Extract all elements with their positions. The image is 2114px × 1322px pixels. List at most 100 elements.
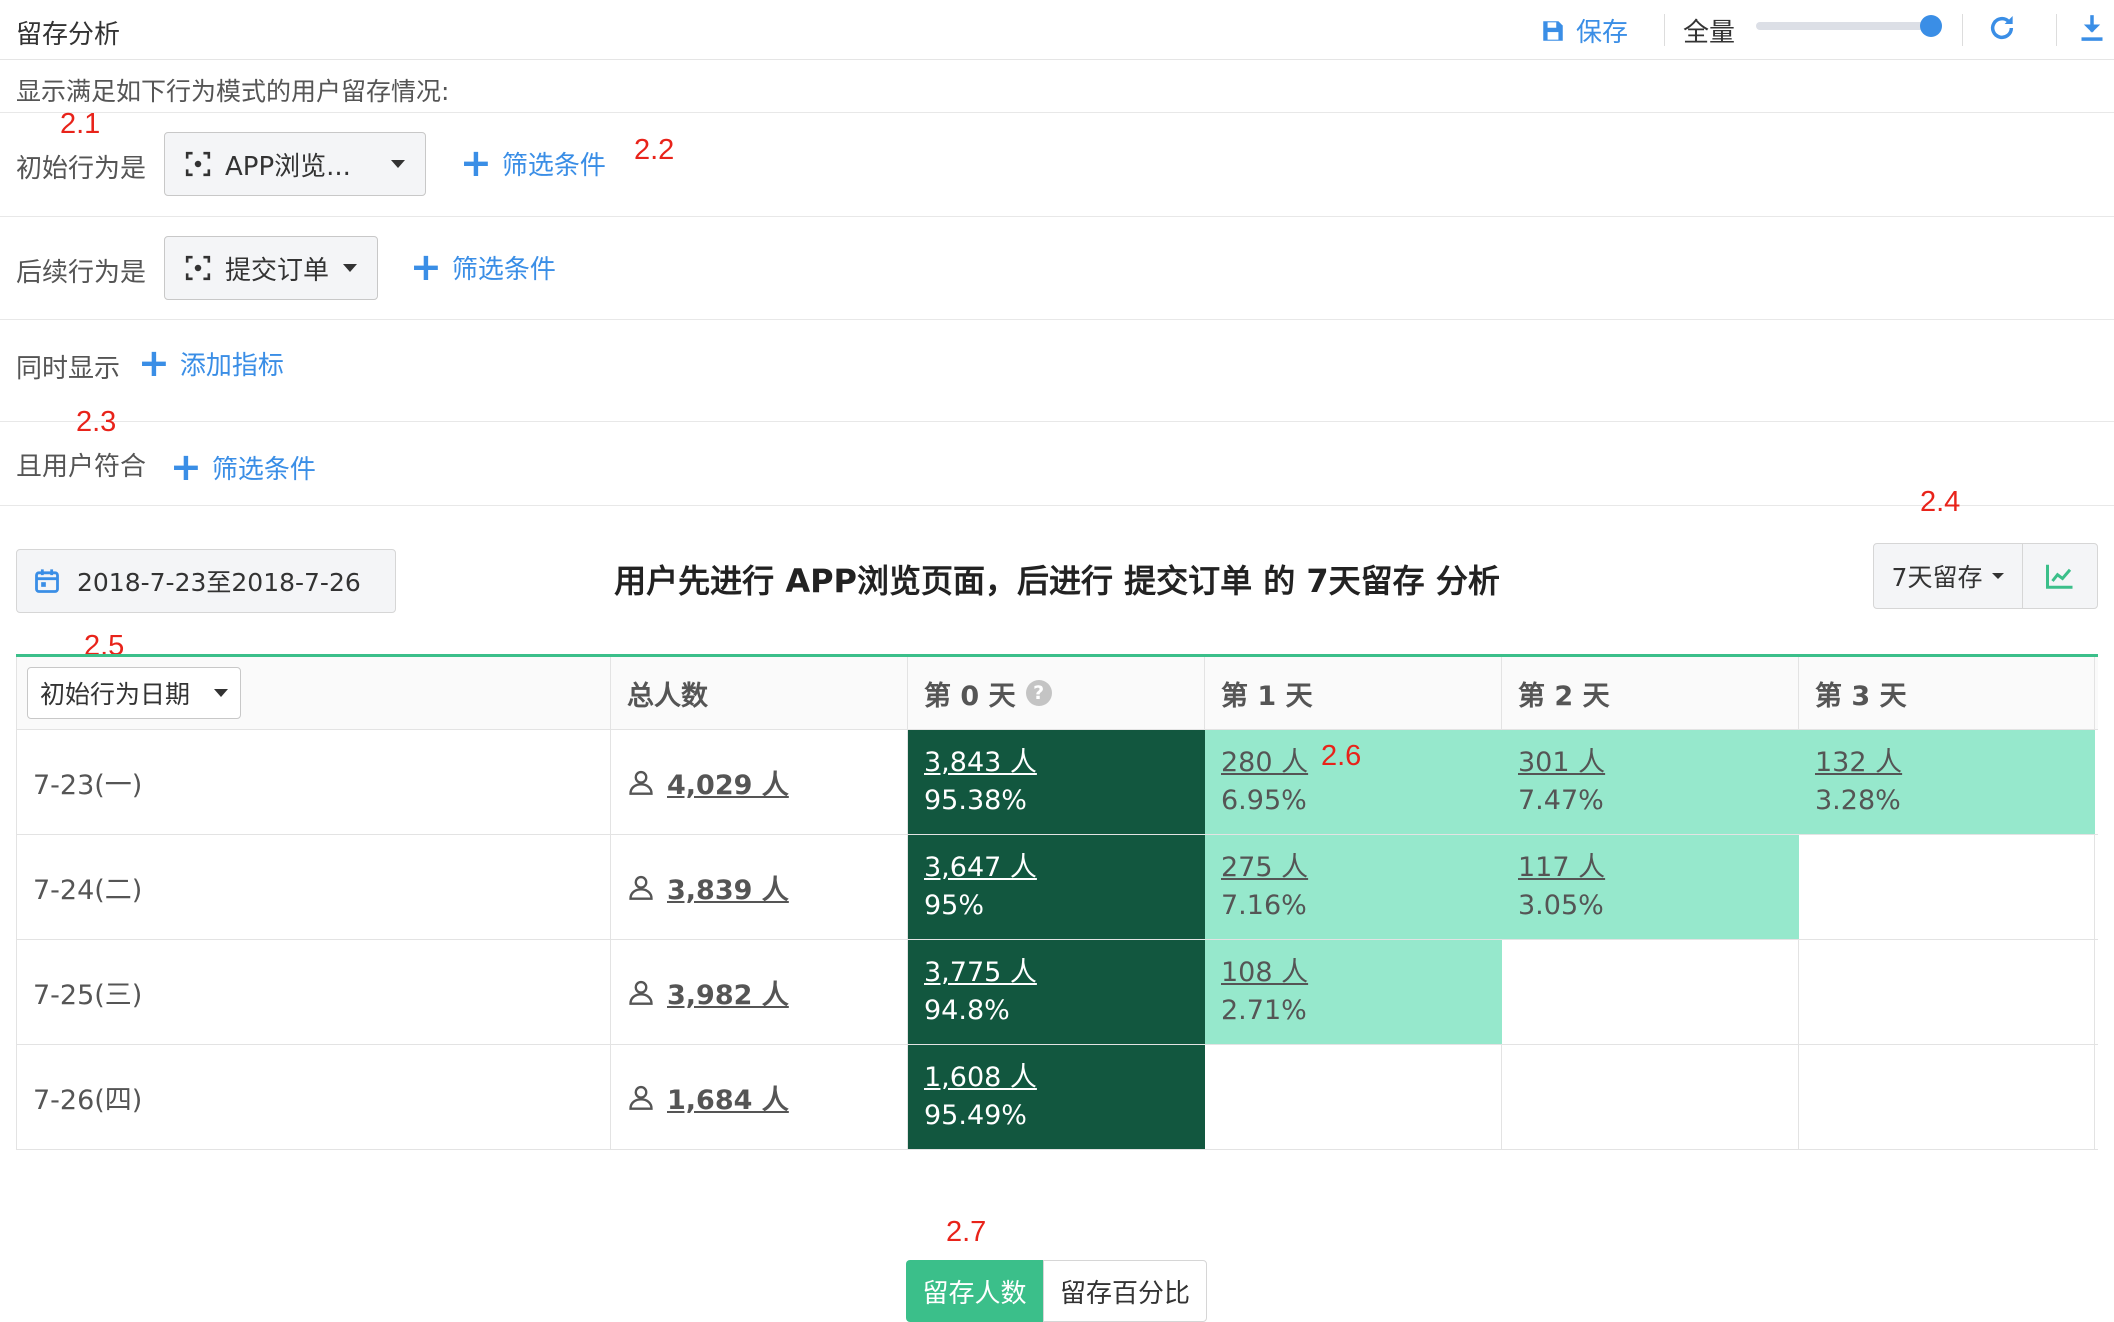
chevron-down-icon — [343, 264, 357, 272]
user-icon — [629, 875, 653, 900]
annotation-2-2: 2.2 — [634, 134, 675, 166]
line-chart-icon — [2046, 564, 2073, 589]
retention-cell: 117 人 3.05% — [1502, 835, 1799, 939]
divider — [0, 421, 2114, 422]
divider — [0, 112, 2114, 113]
add-metric-label: 添加指标 — [179, 350, 284, 381]
divider — [0, 216, 2114, 217]
count-link[interactable]: 117 人 — [1518, 852, 1605, 884]
chevron-down-icon — [1992, 573, 2005, 579]
followup-filter-button[interactable]: + 筛选条件 — [410, 248, 556, 286]
retention-table: 初始行为日期 总人数 第 0 天? 第 1 天 第 2 天 第 3 天 7-23… — [16, 654, 2098, 1150]
header-day1: 第 1 天 — [1205, 657, 1502, 729]
pct-text: 95% — [924, 890, 985, 921]
sampling-slider[interactable] — [1756, 15, 1942, 37]
initial-filter-button[interactable]: + 筛选条件 — [460, 144, 606, 182]
event-icon — [185, 255, 211, 281]
initial-action-select[interactable]: APP浏览... — [164, 132, 426, 196]
row-total: 1,684 人 — [611, 1045, 908, 1149]
count-link[interactable]: 3,647 人 — [924, 852, 1037, 884]
plus-icon: + — [460, 141, 492, 185]
header-day3: 第 3 天 — [1799, 657, 2095, 729]
user-match-label: 且用户符合 — [16, 452, 147, 482]
group-by-select[interactable]: 初始行为日期 — [27, 667, 241, 719]
pct-text: 7.16% — [1221, 890, 1307, 921]
total-link[interactable]: 4,029 人 — [667, 763, 789, 802]
pct-text: 3.05% — [1518, 890, 1604, 921]
header-cell: 初始行为日期 — [16, 657, 611, 729]
divider — [2056, 14, 2057, 46]
count-link[interactable]: 3,843 人 — [924, 747, 1037, 779]
chevron-down-icon — [391, 160, 405, 168]
divider — [0, 319, 2114, 320]
row-date: 7-23(一) — [16, 730, 611, 834]
user-filter-button[interactable]: + 筛选条件 — [170, 448, 316, 486]
page-title: 留存分析 — [16, 20, 121, 50]
scope-label: 全量 — [1683, 18, 1736, 48]
chart-view-button[interactable] — [2022, 543, 2098, 609]
divider — [0, 505, 2114, 506]
total-link[interactable]: 3,839 人 — [667, 868, 789, 907]
row-date: 7-26(四) — [16, 1045, 611, 1149]
user-icon — [629, 1085, 653, 1110]
count-link[interactable]: 108 人 — [1221, 957, 1308, 989]
slider-handle[interactable] — [1920, 15, 1942, 37]
save-button[interactable]: 保存 — [1540, 12, 1628, 49]
followup-filter-label: 筛选条件 — [451, 254, 556, 285]
add-metric-button[interactable]: + 添加指标 — [138, 344, 284, 382]
divider — [1664, 14, 1665, 46]
header-total: 总人数 — [611, 657, 908, 729]
retention-period-select[interactable]: 7天留存 — [1873, 543, 2023, 609]
user-filter-label: 筛选条件 — [211, 454, 316, 485]
count-link[interactable]: 280 人 — [1221, 747, 1308, 779]
retention-cell: 3,775 人 94.8% — [908, 940, 1205, 1044]
total-link[interactable]: 3,982 人 — [667, 973, 789, 1012]
count-link[interactable]: 301 人 — [1518, 747, 1605, 779]
count-link[interactable]: 132 人 — [1815, 747, 1902, 779]
date-text: 7-26(四) — [33, 1084, 143, 1116]
row-date: 7-24(二) — [16, 835, 611, 939]
retention-count-toggle[interactable]: 留存人数 — [906, 1260, 1043, 1322]
count-link[interactable]: 3,775 人 — [924, 957, 1037, 989]
followup-action-select[interactable]: 提交订单 — [164, 236, 378, 300]
followup-action-value: 提交订单 — [225, 255, 330, 286]
plus-icon: + — [138, 341, 170, 385]
count-link[interactable]: 275 人 — [1221, 852, 1308, 884]
empty-cell — [1502, 1045, 1799, 1149]
download-button[interactable] — [2078, 12, 2106, 48]
header-label: 第 3 天 — [1815, 680, 1907, 712]
date-text: 7-23(一) — [33, 769, 143, 801]
empty-cell — [1799, 835, 2095, 939]
retention-percent-toggle[interactable]: 留存百分比 — [1043, 1260, 1207, 1322]
download-icon — [2081, 15, 2103, 41]
table-row: 7-24(二) 3,839 人 3,647 人 95% 275 人 7.16% 11… — [16, 835, 2098, 940]
table-header-row: 初始行为日期 总人数 第 0 天? 第 1 天 第 2 天 第 3 天 — [16, 657, 2098, 730]
pct-text: 7.47% — [1518, 785, 1604, 816]
empty-cell — [1502, 940, 1799, 1044]
table-row: 7-25(三) 3,982 人 3,775 人 94.8% 108 人 2.71% — [16, 940, 2098, 1045]
header-day0: 第 0 天? — [908, 657, 1205, 729]
annotation-2-7: 2.7 — [946, 1216, 987, 1248]
empty-cell — [1799, 1045, 2095, 1149]
retention-cell: 3,843 人 95.38% — [908, 730, 1205, 834]
refresh-button[interactable] — [1986, 12, 2018, 48]
row-total: 3,839 人 — [611, 835, 908, 939]
user-icon — [629, 770, 653, 795]
count-link[interactable]: 1,608 人 — [924, 1062, 1037, 1094]
empty-cell — [1799, 940, 2095, 1044]
followup-action-label: 后续行为是 — [16, 258, 147, 288]
header-label: 总人数 — [627, 680, 708, 712]
initial-action-value: APP浏览... — [225, 151, 351, 182]
retention-cell: 132 人 3.28% — [1799, 730, 2095, 834]
total-link[interactable]: 1,684 人 — [667, 1078, 789, 1117]
retention-period-value: 7天留存 — [1891, 563, 1983, 592]
help-icon[interactable]: ? — [1025, 680, 1052, 706]
plus-icon: + — [410, 245, 442, 289]
plus-icon: + — [170, 445, 202, 489]
header-label: 第 2 天 — [1518, 680, 1610, 712]
annotation-2-6: 2.6 — [1321, 740, 1362, 772]
chevron-down-icon — [214, 689, 228, 697]
row-total: 4,029 人 — [611, 730, 908, 834]
pct-text: 2.71% — [1221, 995, 1307, 1026]
header-label: 第 0 天 — [924, 680, 1016, 712]
